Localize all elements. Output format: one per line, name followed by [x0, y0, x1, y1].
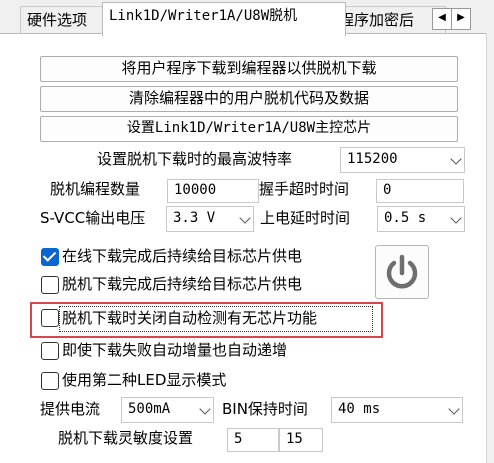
- disable-chip-detect-checkbox[interactable]: [41, 309, 59, 327]
- download-to-programmer-button[interactable]: 将用户程序下载到编程器以供脱机下载: [40, 56, 458, 82]
- tab-link1d-offline[interactable]: Link1D/Writer1A/U8W脱机: [102, 2, 346, 36]
- bin-hold-label: BIN保持时间: [222, 400, 308, 418]
- baud-select[interactable]: 115200: [340, 147, 465, 173]
- baud-label: 设置脱机下载时的最高波特率: [97, 150, 293, 168]
- bin-hold-select[interactable]: 40 ms: [331, 397, 463, 423]
- power-delay-label: 上电延时时间: [260, 209, 351, 227]
- keep-power-online-checkbox[interactable]: [41, 248, 59, 266]
- auto-increment-on-fail-checkbox[interactable]: [41, 342, 59, 360]
- chevron-down-icon: [239, 212, 251, 224]
- power-delay-select[interactable]: 0.5 s: [377, 206, 465, 232]
- offline-count-value: 10000: [174, 182, 217, 198]
- offline-count-label: 脱机编程数量: [50, 180, 141, 198]
- second-led-mode-checkbox[interactable]: [41, 372, 59, 390]
- set-master-chip-button[interactable]: 设置Link1D/Writer1A/U8W主控芯片: [40, 116, 458, 142]
- chevron-down-icon: [199, 403, 211, 415]
- handshake-timeout-input[interactable]: 0: [376, 179, 464, 203]
- sensitivity-value-1: 5: [234, 431, 243, 447]
- bin-hold-value: 40 ms: [338, 401, 381, 417]
- second-led-mode-label: 使用第二种LED显示模式: [62, 371, 227, 389]
- sensitivity-label: 脱机下载灵敏度设置: [58, 429, 194, 447]
- power-button[interactable]: [375, 245, 429, 299]
- chevron-down-icon: [450, 212, 462, 224]
- tab-program-encryption[interactable]: 程序加密后: [332, 6, 446, 35]
- sensitivity-input-1[interactable]: 5: [227, 428, 279, 452]
- handshake-timeout-label: 握手超时时间: [259, 180, 350, 198]
- disable-chip-detect-label: 脱机下载时关闭自动检测有无芯片功能: [62, 309, 318, 327]
- keep-power-offline-checkbox[interactable]: [41, 276, 59, 294]
- sensitivity-input-2[interactable]: 15: [279, 428, 323, 452]
- current-label: 提供电流: [40, 400, 101, 418]
- keep-power-offline-label: 脱机下载完成后持续给目标芯片供电: [62, 275, 303, 293]
- power-delay-value: 0.5 s: [384, 210, 427, 226]
- sensitivity-value-2: 15: [286, 431, 303, 447]
- panel-right-edge: [486, 33, 494, 463]
- power-icon: [386, 254, 418, 289]
- auto-increment-on-fail-label: 即使下载失败自动增量也自动递增: [62, 341, 288, 359]
- svcc-select[interactable]: 3.3 V: [166, 206, 254, 232]
- current-select[interactable]: 500mA: [121, 397, 214, 423]
- handshake-timeout-value: 0: [383, 182, 392, 198]
- keep-power-online-label: 在线下载完成后持续给目标芯片供电: [62, 247, 303, 265]
- tab-scroll-left-icon[interactable]: ◀: [432, 8, 452, 30]
- svcc-value: 3.3 V: [173, 210, 216, 226]
- baud-value: 115200: [347, 151, 398, 167]
- svcc-label: S-VCC输出电压: [40, 209, 146, 227]
- current-value: 500mA: [128, 401, 171, 417]
- offline-count-input[interactable]: 10000: [167, 179, 259, 203]
- chevron-down-icon: [450, 153, 462, 165]
- tab-scroll-right-icon[interactable]: ▶: [451, 8, 471, 30]
- tab-bar: 硬件选项 Link1D/Writer1A/U8W脱机 程序加密后 ◀ ▶: [0, 0, 494, 36]
- clear-offline-code-button[interactable]: 清除编程器中的用户脱机代码及数据: [40, 86, 458, 112]
- chevron-down-icon: [448, 403, 460, 415]
